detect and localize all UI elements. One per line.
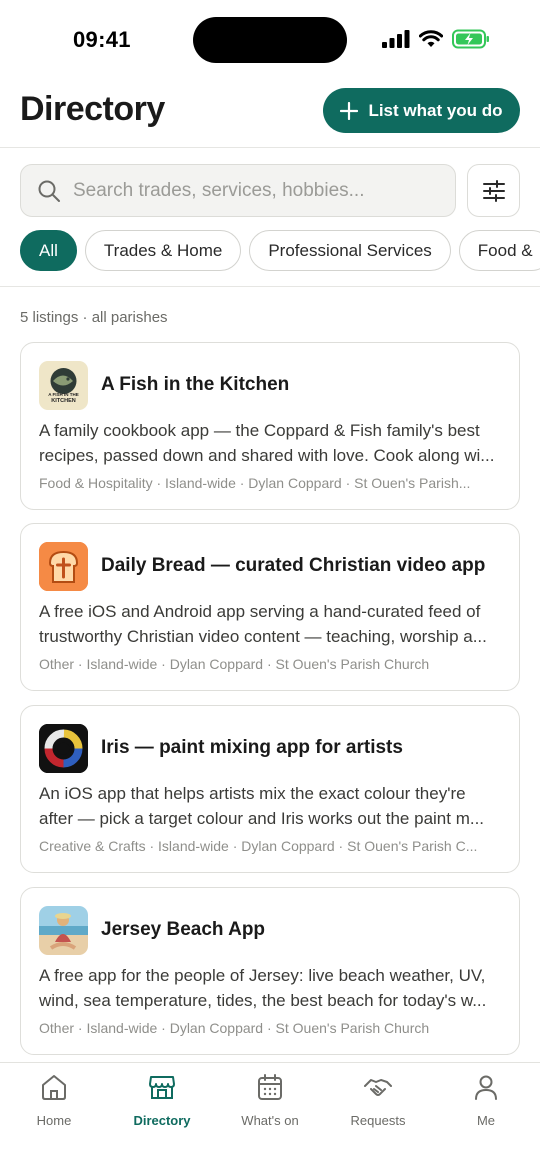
bottom-nav: Home Directory What's on Requests Me bbox=[0, 1062, 540, 1173]
listing-title: Daily Bread — curated Christian video ap… bbox=[101, 555, 486, 576]
svg-text:KITCHEN: KITCHEN bbox=[51, 398, 75, 404]
nav-whats-on[interactable]: What's on bbox=[216, 1071, 324, 1128]
calendar-icon bbox=[258, 1074, 282, 1100]
handshake-icon bbox=[364, 1079, 392, 1096]
listing-card[interactable]: Daily Bread — curated Christian video ap… bbox=[20, 523, 520, 691]
listing-count: 5 listings · all parishes bbox=[20, 309, 168, 326]
dynamic-island bbox=[193, 17, 347, 63]
nav-directory[interactable]: Directory bbox=[108, 1071, 216, 1128]
listing-card[interactable]: Jersey Beach App A free app for the peop… bbox=[20, 887, 520, 1055]
chip-food[interactable]: Food & bbox=[458, 230, 540, 271]
battery-icon bbox=[452, 29, 489, 49]
listing-card[interactable]: Iris — paint mixing app for artists An i… bbox=[20, 705, 520, 873]
color-wheel-icon bbox=[39, 724, 88, 773]
person-icon bbox=[475, 1075, 497, 1100]
list-what-you-do-label: List what you do bbox=[368, 100, 503, 120]
nav-me[interactable]: Me bbox=[432, 1071, 540, 1128]
chip-trades-home[interactable]: Trades & Home bbox=[84, 230, 242, 271]
divider bbox=[0, 286, 540, 287]
svg-text:A FISH IN THE: A FISH IN THE bbox=[48, 392, 79, 397]
search-icon bbox=[38, 180, 60, 202]
listing-card[interactable]: A FISH IN THE KITCHEN A Fish in the Kitc… bbox=[20, 342, 520, 510]
search-input[interactable]: Search trades, services, hobbies... bbox=[20, 164, 456, 217]
nav-requests-label: Requests bbox=[350, 1113, 406, 1128]
listing-meta: Creative & Crafts · Island-wide · Dylan … bbox=[39, 838, 478, 854]
listing-title: Iris — paint mixing app for artists bbox=[101, 737, 403, 758]
home-icon bbox=[42, 1075, 66, 1100]
signal-icon bbox=[382, 30, 410, 48]
nav-me-label: Me bbox=[476, 1113, 496, 1128]
sliders-icon bbox=[482, 179, 505, 202]
list-what-you-do-button[interactable]: List what you do bbox=[323, 88, 520, 133]
nav-home-label: Home bbox=[36, 1113, 72, 1128]
nav-home[interactable]: Home bbox=[0, 1071, 108, 1128]
bread-icon bbox=[39, 542, 88, 591]
nav-requests[interactable]: Requests bbox=[324, 1071, 432, 1128]
nav-whats-on-label: What's on bbox=[241, 1113, 299, 1128]
filter-button[interactable] bbox=[467, 164, 520, 217]
search-placeholder: Search trades, services, hobbies... bbox=[73, 179, 365, 201]
category-chips: All Trades & Home Professional Services Foo… bbox=[20, 230, 540, 272]
listing-meta: Food & Hospitality · Island-wide · Dylan… bbox=[39, 475, 471, 491]
header: Directory List what you do bbox=[0, 80, 540, 148]
listing-description: An iOS app that helps artists mix the ex… bbox=[39, 784, 485, 828]
plus-icon bbox=[340, 101, 359, 120]
chip-professional-services[interactable]: Professional Services bbox=[249, 230, 451, 271]
nav-directory-label: Directory bbox=[133, 1113, 191, 1128]
chip-all[interactable]: All bbox=[20, 230, 77, 271]
listing-title: Jersey Beach App bbox=[101, 919, 266, 940]
listing-title: A Fish in the Kitchen bbox=[101, 374, 290, 395]
page-title: Directory bbox=[20, 90, 165, 128]
status-bar: 09:41 bbox=[0, 0, 540, 80]
listing-meta: Other · Island-wide · Dylan Coppard · St… bbox=[39, 656, 430, 672]
status-icons bbox=[382, 29, 490, 49]
listing-description: A free iOS and Android app serving a han… bbox=[39, 602, 487, 646]
wifi-icon bbox=[419, 30, 443, 47]
listing-description: A free app for the people of Jersey: liv… bbox=[39, 966, 487, 1010]
listing-description: A family cookbook app — the Coppard & Fi… bbox=[39, 421, 495, 465]
listing-meta: Other · Island-wide · Dylan Coppard · St… bbox=[39, 1020, 430, 1036]
status-time: 09:41 bbox=[73, 27, 131, 52]
beach-photo-icon bbox=[39, 906, 88, 955]
fish-kitchen-logo-icon: A FISH IN THE KITCHEN bbox=[39, 361, 88, 410]
storefront-icon bbox=[149, 1076, 175, 1099]
